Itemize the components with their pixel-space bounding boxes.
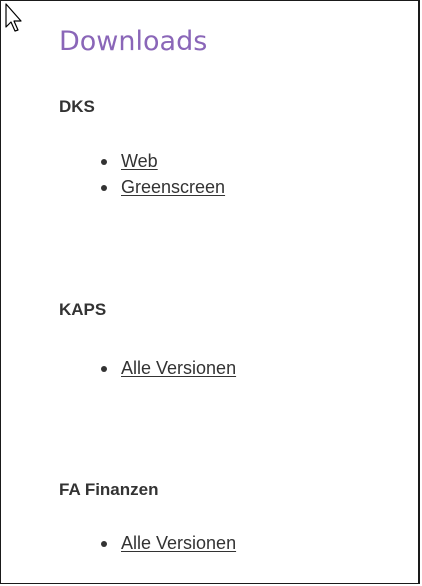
mouse-pointer-icon — [5, 3, 22, 32]
fa-finanzen-all-versions-link[interactable]: Alle Versionen — [121, 530, 236, 556]
bullet-icon — [101, 159, 107, 165]
bullet-icon — [101, 185, 107, 191]
downloads-title: Downloads — [59, 26, 208, 57]
section-heading-dks: DKS — [59, 97, 95, 116]
bullet-icon — [101, 541, 107, 547]
web-link[interactable]: Web — [121, 148, 158, 174]
kaps-all-versions-link[interactable]: Alle Versionen — [121, 355, 236, 381]
section-heading-fa-finanzen: FA Finanzen — [59, 480, 159, 499]
greenscreen-link[interactable]: Greenscreen — [121, 174, 225, 200]
downloads-panel: Downloads DKS Web Greenscreen KAPS Alle … — [0, 0, 420, 584]
section-heading-kaps: KAPS — [59, 300, 107, 319]
bullet-icon — [101, 366, 107, 372]
